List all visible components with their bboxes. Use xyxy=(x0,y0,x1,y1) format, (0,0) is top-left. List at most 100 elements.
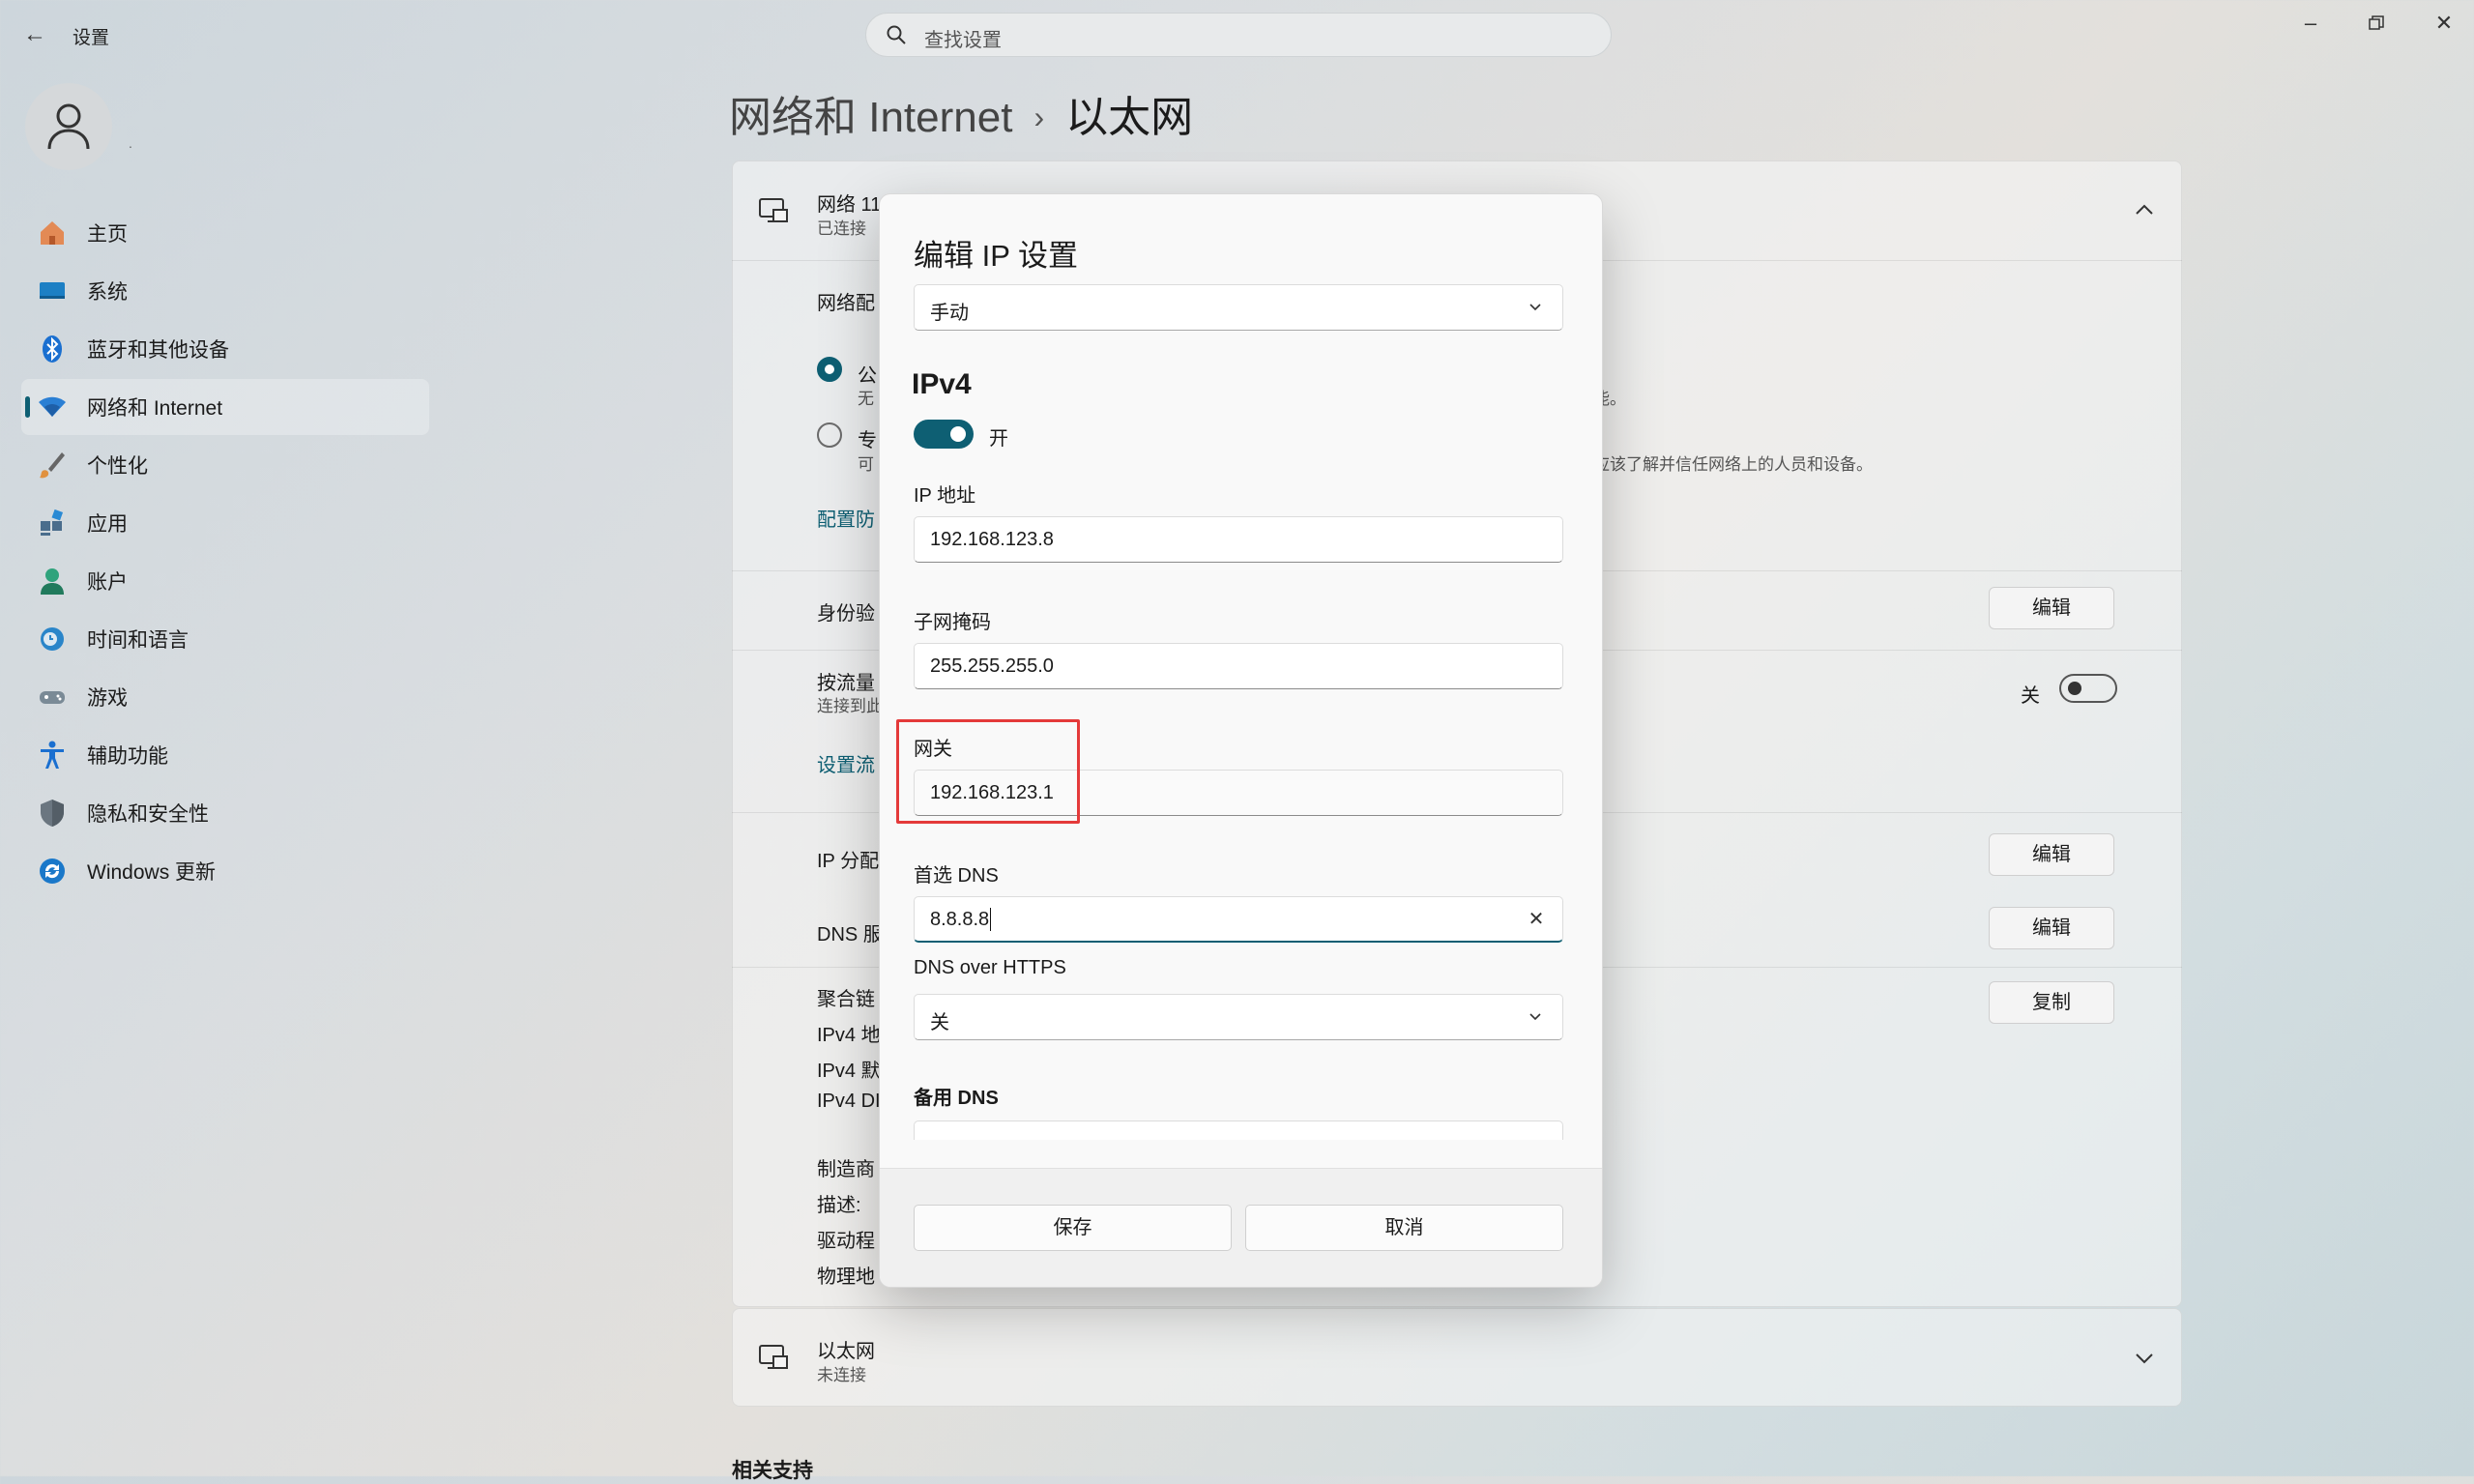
network-status: 已连接 xyxy=(817,219,866,238)
ethernet-monitor-icon xyxy=(759,198,788,222)
radio-private-desc: 可 xyxy=(858,455,874,474)
sidebar-item-label: 网络和 Internet xyxy=(87,397,223,420)
auth-label: 身份验 xyxy=(817,603,875,625)
sidebar-item-accounts[interactable]: 账户 xyxy=(21,553,429,609)
dialog-title: 编辑 IP 设置 xyxy=(914,239,1078,273)
dns-edit-button[interactable]: 编辑 xyxy=(1989,907,2114,949)
chevron-down-icon xyxy=(1529,1013,1541,1021)
ip-edit-button[interactable]: 编辑 xyxy=(1989,833,2114,876)
chevron-right-icon: › xyxy=(1033,100,1045,134)
subnet-mask-label: 子网掩码 xyxy=(914,612,991,633)
sidebar-item-home[interactable]: 主页 xyxy=(21,205,429,261)
radio-private[interactable] xyxy=(817,422,842,448)
metered-desc: 连接到此 xyxy=(817,697,883,715)
radio-public-label: 公 xyxy=(858,365,877,387)
minimize-icon[interactable]: – xyxy=(2291,10,2330,37)
brush-icon xyxy=(40,452,65,479)
save-button[interactable]: 保存 xyxy=(914,1205,1232,1251)
sidebar-item-label: 主页 xyxy=(87,223,128,246)
copy-button[interactable]: 复制 xyxy=(1989,981,2114,1024)
sidebar-item-personalization[interactable]: 个性化 xyxy=(21,437,429,493)
ip-address-label: IP 地址 xyxy=(914,485,976,507)
ip-address-value: 192.168.123.8 xyxy=(930,529,1054,550)
radio-public-desc: 无 xyxy=(858,390,874,408)
prop-line: IPv4 DI xyxy=(817,1091,881,1112)
user-icon xyxy=(47,103,90,150)
radio-private-label: 专 xyxy=(858,430,877,451)
ip-mode-dropdown[interactable]: 手动 xyxy=(914,284,1563,331)
apps-icon xyxy=(41,509,64,536)
sidebar-item-privacy[interactable]: 隐私和安全性 xyxy=(21,785,429,841)
preferred-dns-input[interactable]: 8.8.8.8 ✕ xyxy=(914,896,1563,943)
ethernet-monitor-icon xyxy=(759,1345,788,1369)
chevron-down-icon[interactable] xyxy=(2135,1352,2154,1365)
wifi-icon xyxy=(39,396,66,417)
avatar[interactable] xyxy=(25,83,112,170)
ipv4-heading: IPv4 xyxy=(912,368,972,400)
related-support-heading: 相关支持 xyxy=(732,1460,813,1482)
ipv4-toggle[interactable] xyxy=(914,420,974,449)
cancel-button[interactable]: 取消 xyxy=(1245,1205,1563,1251)
network-name: 网络 11 xyxy=(817,194,882,216)
sidebar-item-apps[interactable]: 应用 xyxy=(21,495,429,551)
profile-type-label: 网络配 xyxy=(817,293,875,314)
chevron-down-icon xyxy=(1529,304,1541,311)
account-icon xyxy=(41,568,64,595)
page-title: 以太网 xyxy=(1065,94,1194,141)
dialog-footer: 保存 取消 xyxy=(880,1168,1602,1287)
sidebar-item-label: 个性化 xyxy=(87,455,148,478)
metered-state: 关 xyxy=(2021,685,2040,707)
ipv4-toggle-label: 开 xyxy=(989,428,1008,450)
preferred-dns-label: 首选 DNS xyxy=(914,865,999,887)
back-arrow-icon[interactable]: ← xyxy=(21,21,48,48)
sidebar-item-network[interactable]: 网络和 Internet xyxy=(21,379,429,435)
hw-prop-line: 制造商 xyxy=(817,1159,875,1180)
doh-dropdown[interactable]: 关 xyxy=(914,994,1563,1040)
sidebar-item-system[interactable]: 系统 xyxy=(21,263,429,319)
sidebar-item-windows-update[interactable]: Windows 更新 xyxy=(21,843,429,899)
sidebar-item-time-language[interactable]: 时间和语言 xyxy=(21,611,429,667)
alternate-dns-input[interactable] xyxy=(914,1120,1563,1140)
text-caret xyxy=(990,908,991,931)
doh-label: DNS over HTTPS xyxy=(914,957,1066,978)
ip-address-input[interactable]: 192.168.123.8 xyxy=(914,516,1563,563)
firewall-link[interactable]: 配置防 xyxy=(817,504,875,532)
sidebar-item-label: 辅助功能 xyxy=(87,745,168,768)
dns-label: DNS 服 xyxy=(817,924,883,946)
radio-public[interactable] xyxy=(817,357,842,382)
metered-toggle[interactable] xyxy=(2059,674,2117,703)
edit-ip-dialog: 编辑 IP 设置 手动 IPv4 开 IP 地址 192.168.123.8 子… xyxy=(879,193,1603,1288)
ethernet-card[interactable] xyxy=(732,1308,2182,1407)
clear-icon[interactable]: ✕ xyxy=(1526,909,1547,930)
gamepad-icon xyxy=(40,691,65,704)
ip-mode-value: 手动 xyxy=(930,303,969,324)
sidebar-item-label: 隐私和安全性 xyxy=(87,803,209,826)
accessibility-icon xyxy=(41,741,64,769)
auth-edit-button[interactable]: 编辑 xyxy=(1989,587,2114,629)
sidebar-item-gaming[interactable]: 游戏 xyxy=(21,669,429,725)
data-limit-link[interactable]: 设置流 xyxy=(817,749,875,777)
prop-line: IPv4 地 xyxy=(817,1025,881,1046)
subnet-mask-value: 255.255.255.0 xyxy=(930,655,1054,677)
system-icon xyxy=(40,282,65,299)
search-placeholder: 查找设置 xyxy=(924,30,1002,51)
update-icon xyxy=(40,858,65,884)
hw-prop-line: 驱动程 xyxy=(817,1231,875,1252)
chevron-up-icon[interactable] xyxy=(2135,203,2154,217)
sidebar-item-label: 蓝牙和其他设备 xyxy=(87,339,229,362)
subnet-mask-input[interactable]: 255.255.255.0 xyxy=(914,643,1563,689)
app-title: 设置 xyxy=(73,28,110,48)
restore-icon[interactable] xyxy=(2357,10,2396,37)
close-window-icon[interactable]: ✕ xyxy=(2425,10,2463,37)
doh-value: 关 xyxy=(930,1012,949,1033)
sidebar-item-label: 游戏 xyxy=(87,687,128,710)
sidebar-item-label: 系统 xyxy=(87,281,128,304)
breadcrumb-parent[interactable]: 网络和 Internet xyxy=(729,94,1012,141)
sidebar-item-label: 应用 xyxy=(87,513,128,536)
shield-icon xyxy=(41,800,64,827)
sidebar-item-accessibility[interactable]: 辅助功能 xyxy=(21,727,429,783)
breadcrumb: 网络和 Internet › 以太网 xyxy=(729,82,1193,144)
search-box[interactable]: 查找设置 xyxy=(865,13,1612,57)
sidebar-item-bluetooth[interactable]: 蓝牙和其他设备 xyxy=(21,321,429,377)
bluetooth-icon xyxy=(43,335,62,363)
